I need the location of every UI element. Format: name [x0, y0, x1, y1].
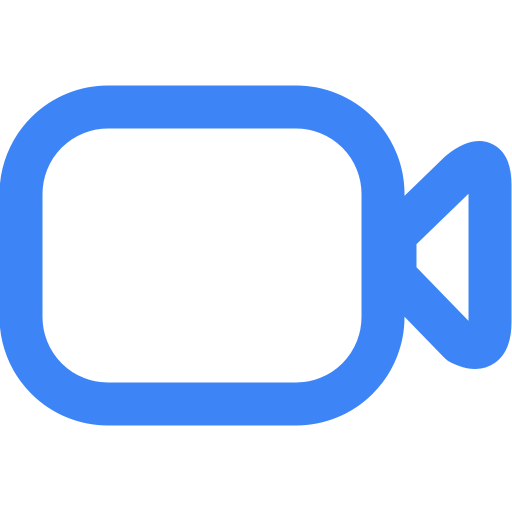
icon-canvas — [0, 0, 512, 512]
camera-body — [0, 85, 405, 426]
video-camera-icon — [0, 0, 512, 512]
camera-lens-triangle — [373, 141, 512, 369]
